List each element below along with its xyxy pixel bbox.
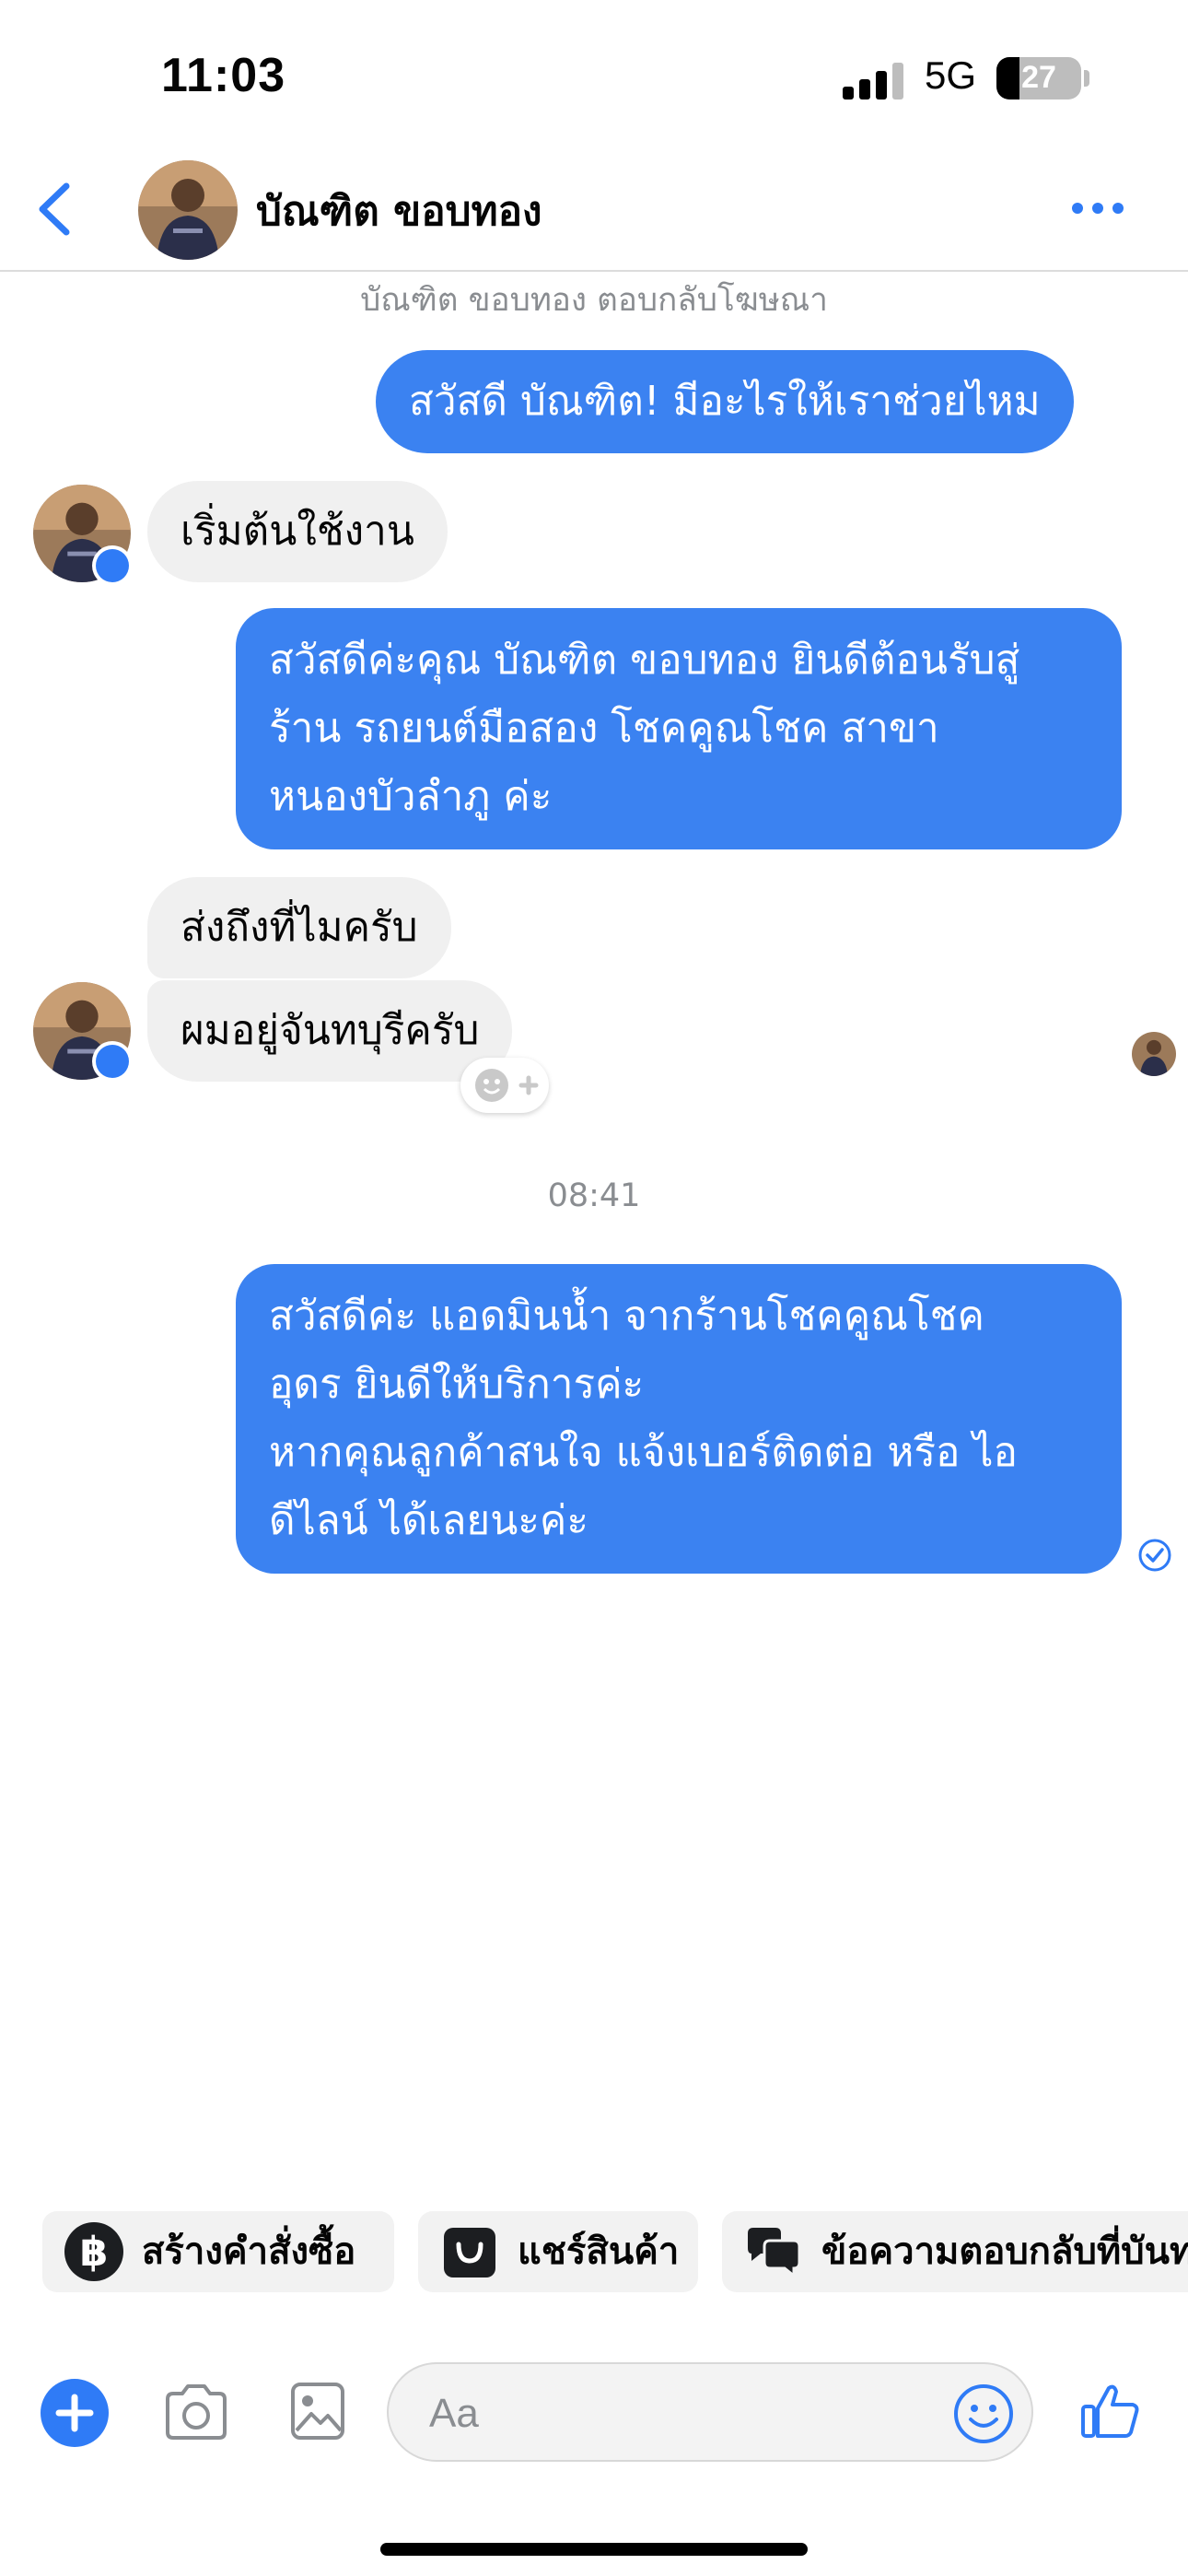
thumbs-up-icon[interactable]: [1079, 2379, 1142, 2441]
battery-icon: 27: [996, 57, 1081, 100]
message-text: สวัสดี บัณฑิต! มีอะไรให้เราช่วยไหม: [409, 378, 1041, 425]
seen-avatar: [1132, 1032, 1176, 1076]
share-product-button[interactable]: แชร์สินค้า: [418, 2211, 698, 2292]
messenger-badge-icon: [92, 545, 133, 586]
message-text: ดีไลน์ ได้เลยนะค่ะ: [269, 1497, 588, 1544]
message-bubble-incoming[interactable]: ผมอยู่จันทบุรีครับ: [147, 980, 513, 1082]
shop-bag-icon: [444, 2228, 495, 2277]
camera-icon[interactable]: [162, 2381, 230, 2443]
battery-percent: 27: [1021, 60, 1056, 95]
messenger-badge-icon: [92, 1041, 133, 1082]
message-bubble-outgoing[interactable]: สวัสดีค่ะ แอดมินน้ำ จากร้านโชคคูณโชค อุด…: [236, 1264, 1122, 1574]
message-text: หนองบัวลำภู ค่ะ: [269, 773, 553, 820]
home-indicator[interactable]: [380, 2543, 808, 2556]
message-input[interactable]: [429, 2386, 908, 2441]
create-order-button[interactable]: ฿ สร้างคำสั่งซื้อ: [42, 2211, 394, 2292]
status-bar: 11:03 5G 27: [0, 0, 1188, 157]
svg-text:฿: ฿: [80, 2229, 109, 2276]
message-text: สวัสดีค่ะ แอดมินน้ำ จากร้านโชคคูณโชค: [269, 1293, 984, 1340]
contact-name[interactable]: บัณฑิต ขอบทอง: [256, 179, 542, 243]
message-text: ส่งถึงที่ไมครับ: [181, 904, 418, 951]
quick-action-label: ข้อความตอบกลับที่บันท: [821, 2231, 1188, 2273]
more-horizontal-icon[interactable]: [1070, 197, 1125, 219]
ad-reply-notice: บัณฑิต ขอบทอง ตอบกลับโฆษณา: [360, 282, 828, 319]
message-input-box[interactable]: [387, 2362, 1033, 2462]
chevron-left-icon[interactable]: [29, 177, 85, 241]
message-text: สวัสดีค่ะคุณ บัณฑิต ขอบทอง ยินดีต้อนรับส…: [269, 637, 1020, 684]
plus-icon: [55, 2394, 94, 2432]
message-text: ร้าน รถยนต์มือสอง โชคคูณโชค สาขา: [269, 705, 939, 752]
chat-header: บัณฑิต ขอบทอง: [0, 157, 1188, 272]
message-text: เริ่มต้นใช้งาน: [181, 508, 414, 555]
message-bubble-incoming[interactable]: เริ่มต้นใช้งาน: [147, 481, 448, 582]
saved-replies-button[interactable]: ข้อความตอบกลับที่บันท: [722, 2211, 1188, 2292]
message-bubble-incoming[interactable]: ส่งถึงที่ไมครับ: [147, 877, 451, 978]
saved-replies-icon: [748, 2228, 801, 2279]
photo-icon[interactable]: [289, 2381, 346, 2441]
signal-icon: [843, 61, 903, 100]
message-text: หากคุณลูกค้าสนใจ แจ้งเบอร์ติดต่อ หรือ ไอ: [269, 1429, 1018, 1476]
avatar[interactable]: [138, 160, 238, 260]
status-time: 11:03: [161, 49, 286, 102]
add-reaction-button[interactable]: [460, 1058, 549, 1113]
quick-action-label: แชร์สินค้า: [518, 2231, 680, 2273]
network-type: 5G: [925, 53, 977, 97]
add-button[interactable]: [41, 2379, 109, 2447]
battery-cap: [1084, 70, 1089, 87]
emoji-icon[interactable]: [952, 2383, 1015, 2445]
sent-check-icon: [1138, 1539, 1171, 1572]
quick-action-label: สร้างคำสั่งซื้อ: [142, 2231, 356, 2273]
baht-icon: ฿: [64, 2222, 123, 2281]
smiley-plus-icon: [475, 1069, 539, 1102]
message-text: อุดร ยินดีให้บริการค่ะ: [269, 1361, 645, 1408]
message-text: ผมอยู่จันทบุรีครับ: [181, 1007, 480, 1054]
message-bubble-outgoing[interactable]: สวัสดี บัณฑิต! มีอะไรให้เราช่วยไหม: [376, 350, 1074, 453]
message-bubble-outgoing[interactable]: สวัสดีค่ะคุณ บัณฑิต ขอบทอง ยินดีต้อนรับส…: [236, 608, 1122, 849]
message-timestamp: 08:41: [547, 1177, 641, 1214]
